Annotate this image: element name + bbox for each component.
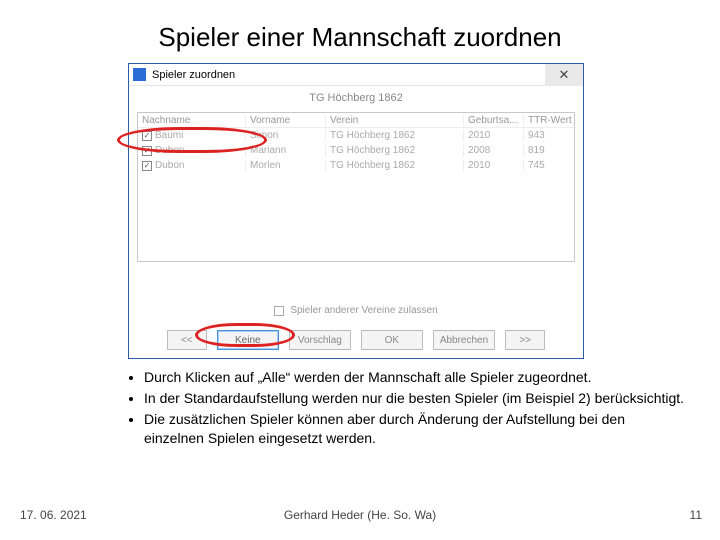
col-verein[interactable]: Verein bbox=[326, 115, 464, 126]
cell-geburt: 2010 bbox=[464, 160, 524, 171]
table-row[interactable]: ✓Dubon Mariann TG Höchberg 1862 2008 819 bbox=[138, 143, 574, 158]
dialog-titlebar: Spieler zuordnen ✕ bbox=[129, 64, 583, 86]
cell-geburt: 2008 bbox=[464, 145, 524, 156]
bullet-item: Die zusätzlichen Spieler können aber dur… bbox=[144, 410, 688, 448]
next-button[interactable]: >> bbox=[505, 330, 545, 350]
row-checkbox[interactable]: ✓ bbox=[142, 131, 152, 141]
table-row[interactable]: ✓Dubon Morlen TG Höchberg 1862 2010 745 bbox=[138, 158, 574, 173]
slide-title: Spieler einer Mannschaft zuordnen bbox=[0, 22, 720, 53]
dialog-window: Spieler zuordnen ✕ TG Höchberg 1862 Nach… bbox=[128, 63, 584, 359]
footer-author: Gerhard Heder (He. So. Wa) bbox=[0, 508, 720, 522]
cell-geburt: 2010 bbox=[464, 130, 524, 141]
bullet-item: In der Standardaufstellung werden nur di… bbox=[144, 389, 688, 408]
col-vorname[interactable]: Vorname bbox=[246, 115, 326, 126]
cell-vorname: Morlen bbox=[246, 160, 326, 171]
bullet-list: Durch Klicken auf „Alle“ werden der Mann… bbox=[128, 368, 688, 450]
dialog-title: Spieler zuordnen bbox=[152, 69, 545, 81]
table-row[interactable]: ✓Baumi Simon TG Höchberg 1862 2010 943 bbox=[138, 128, 574, 143]
allow-other-row: Spieler anderer Vereine zulassen bbox=[129, 305, 583, 316]
cell-verein: TG Höchberg 1862 bbox=[326, 160, 464, 171]
ok-button[interactable]: OK bbox=[361, 330, 423, 350]
cell-nachname: Dubon bbox=[155, 145, 184, 156]
allow-other-label: Spieler anderer Vereine zulassen bbox=[290, 305, 437, 316]
cell-vorname: Mariann bbox=[246, 145, 326, 156]
bullet-item: Durch Klicken auf „Alle“ werden der Mann… bbox=[144, 368, 688, 387]
allow-other-checkbox[interactable] bbox=[274, 306, 284, 316]
col-nachname[interactable]: Nachname bbox=[138, 115, 246, 126]
button-row: << Keine Vorschlag OK Abbrechen >> bbox=[129, 330, 583, 350]
row-checkbox[interactable]: ✓ bbox=[142, 146, 152, 156]
prev-button[interactable]: << bbox=[167, 330, 207, 350]
cell-ttr: 943 bbox=[524, 130, 572, 141]
player-grid[interactable]: Nachname Vorname Verein Geburtsa... TTR-… bbox=[137, 112, 575, 262]
cell-verein: TG Höchberg 1862 bbox=[326, 130, 464, 141]
row-checkbox[interactable]: ✓ bbox=[142, 161, 152, 171]
cell-ttr: 745 bbox=[524, 160, 572, 171]
cell-nachname: Baumi bbox=[155, 130, 183, 141]
keine-button[interactable]: Keine bbox=[217, 330, 279, 350]
app-icon bbox=[133, 68, 146, 81]
cell-verein: TG Höchberg 1862 bbox=[326, 145, 464, 156]
close-button[interactable]: ✕ bbox=[545, 64, 583, 86]
abbrechen-button[interactable]: Abbrechen bbox=[433, 330, 495, 350]
cell-vorname: Simon bbox=[246, 130, 326, 141]
col-ttr[interactable]: TTR-Wert bbox=[524, 115, 572, 126]
close-icon: ✕ bbox=[559, 67, 570, 83]
dialog-subtitle: TG Höchberg 1862 bbox=[129, 86, 583, 112]
vorschlag-button[interactable]: Vorschlag bbox=[289, 330, 351, 350]
cell-nachname: Dubon bbox=[155, 160, 184, 171]
cell-ttr: 819 bbox=[524, 145, 572, 156]
footer-page-number: 11 bbox=[690, 508, 702, 522]
col-geburt[interactable]: Geburtsa... bbox=[464, 115, 524, 126]
grid-header: Nachname Vorname Verein Geburtsa... TTR-… bbox=[138, 113, 574, 128]
